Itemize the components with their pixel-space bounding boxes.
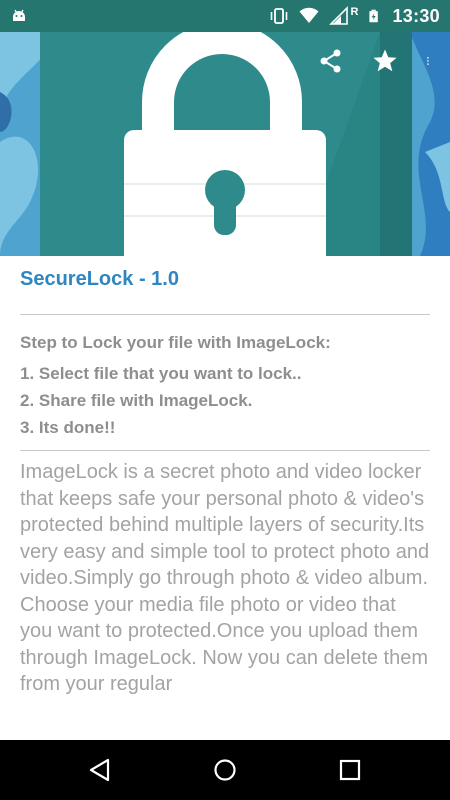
app-title: SecureLock - 1.0 — [20, 268, 179, 290]
header-actions — [318, 48, 436, 74]
recents-icon[interactable] — [338, 758, 362, 782]
status-time: 13:30 — [392, 5, 440, 26]
steps-heading: Step to Lock your file with ImageLock: — [20, 333, 331, 352]
android-debug-icon — [13, 9, 25, 21]
description-paragraph: ImageLock is a secret photo and video lo… — [20, 461, 430, 589]
vibrate-icon — [270, 8, 287, 24]
roaming-label: R — [350, 6, 359, 18]
step-item: 3. Its done!! — [20, 418, 116, 437]
status-bar: R 13:30 — [0, 0, 450, 32]
step-item: 2. Share file with ImageLock. — [20, 391, 253, 410]
navigation-bar — [0, 740, 450, 800]
divider — [20, 450, 430, 451]
content-area[interactable]: SecureLock - 1.0 Step to Lock your file … — [20, 256, 430, 740]
battery-charging-icon — [369, 9, 379, 23]
share-icon[interactable] — [318, 48, 344, 74]
back-icon[interactable] — [88, 758, 112, 782]
description-paragraph: Choose your media file photo or video th… — [20, 593, 429, 696]
star-icon[interactable] — [372, 48, 398, 74]
description: ImageLock is a secret photo and video lo… — [20, 459, 430, 698]
app-screen: R 13:30 SecureLock - 1.0 Step to Lock yo… — [0, 0, 450, 800]
step-item: 1. Select file that you want to lock.. — [20, 364, 302, 383]
more-vert-icon[interactable] — [426, 48, 436, 74]
home-icon[interactable] — [213, 758, 237, 782]
wifi-icon — [299, 7, 318, 23]
steps-list: 1. Select file that you want to lock.. 2… — [20, 360, 430, 441]
signal-icon — [328, 6, 348, 25]
divider — [20, 314, 430, 315]
